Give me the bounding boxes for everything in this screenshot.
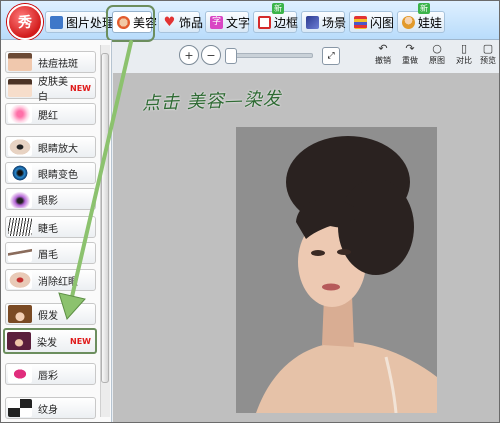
top-tab-bar: 秀 图片处理 美容 ♥ 饰品 字 文字 边框 新 场景 闪图 娃娃 新	[1, 1, 499, 42]
sidebar-item-eyebrow[interactable]: 眉毛	[5, 242, 96, 264]
redo-icon: ↷	[405, 42, 415, 55]
sidebar-item-whitening[interactable]: 皮肤美白 NEW	[5, 77, 96, 103]
tattoo-icon	[8, 399, 32, 417]
sidebar-item-wig[interactable]: 假发	[5, 303, 96, 325]
eye-color-icon	[8, 164, 32, 182]
heart-icon: ♥	[163, 14, 176, 30]
tab-text[interactable]: 字 文字	[205, 11, 251, 33]
sidebar-item-hair-dye[interactable]: 染发 NEW	[3, 328, 97, 354]
zoom-in-icon: +	[184, 48, 194, 62]
sidebar-item-label: 皮肤美白	[38, 77, 68, 103]
zoom-out-icon: −	[206, 48, 216, 62]
fit-to-window-button[interactable]: ⤢	[322, 47, 340, 65]
portrait-photo[interactable]	[236, 127, 437, 413]
sidebar-item-label: 眉毛	[38, 249, 58, 261]
eyebrow-icon	[8, 244, 32, 262]
new-label: NEW	[70, 83, 91, 93]
compare-icon: ▯	[460, 42, 468, 55]
skin-whitening-icon	[8, 79, 32, 97]
tab-frame[interactable]: 边框 新	[253, 3, 299, 33]
text-icon: 字	[210, 15, 223, 29]
portrait-illustration	[236, 127, 437, 413]
compare-button[interactable]: ▯ 对比	[452, 43, 476, 70]
new-label: NEW	[70, 336, 91, 346]
fit-icon: ⤢	[327, 51, 335, 61]
redo-label: 重做	[402, 56, 418, 65]
sidebar-item-label: 假发	[38, 310, 58, 322]
sidebar-item-label: 唇彩	[38, 370, 58, 382]
eyeshadow-icon	[8, 190, 32, 208]
sidebar-item-blush[interactable]: 腮红	[5, 103, 96, 125]
compare-label: 对比	[456, 56, 472, 65]
preview-icon: ▢	[482, 42, 494, 55]
frame-icon	[258, 15, 271, 29]
tab-label: 场景	[322, 15, 347, 30]
app-logo: 秀	[7, 4, 43, 40]
tab-label: 文字	[226, 15, 251, 30]
lipstick-icon	[8, 365, 32, 383]
sidebar-item-label: 染发	[37, 337, 57, 349]
sidebar-item-eyeshadow[interactable]: 眼影	[5, 188, 96, 210]
tab-accessories[interactable]: ♥ 饰品	[158, 11, 204, 33]
sidebar-item-label: 腮红	[38, 110, 58, 122]
tab-label: 娃娃	[418, 15, 443, 30]
sidebar-item-eye-enlarge[interactable]: 眼睛放大	[5, 136, 96, 158]
flash-icon	[354, 15, 367, 29]
sidebar-item-eye-color[interactable]: 眼睛变色	[5, 162, 96, 184]
zoom-slider[interactable]	[225, 48, 313, 64]
preview-button[interactable]: ▢ 预览	[477, 43, 499, 70]
original-button[interactable]: ○ 原图	[425, 43, 449, 70]
zoom-out-button[interactable]: −	[201, 45, 221, 65]
tab-label: 饰品	[179, 15, 204, 30]
preview-label: 预览	[480, 56, 496, 65]
undo-icon: ↶	[378, 42, 388, 55]
redo-button[interactable]: ↷ 重做	[398, 43, 422, 70]
sidebar-item-label: 睫毛	[38, 223, 58, 235]
tab-doll[interactable]: 娃娃 新	[397, 3, 445, 33]
blush-icon	[8, 105, 32, 123]
redeye-icon	[8, 271, 32, 289]
scene-icon	[306, 15, 319, 29]
tab-image-processing[interactable]: 图片处理	[45, 11, 114, 33]
tab-label: 闪图	[370, 15, 395, 30]
sidebar-item-label: 眼睛放大	[38, 143, 78, 155]
app-window: 秀 图片处理 美容 ♥ 饰品 字 文字 边框 新 场景 闪图 娃娃 新 祛痘祛斑…	[0, 0, 500, 423]
image-toolbar: + − ⤢ ↶ 撤销 ↷ 重做 ○ 原图 ▯ 对比 ▢ 预览	[167, 41, 499, 71]
sidebar-item-label: 消除红眼	[38, 276, 78, 288]
wig-icon	[8, 305, 32, 323]
instruction-annotation: 点击 美容—染发	[141, 88, 283, 115]
eye-enlarge-icon	[8, 138, 32, 156]
sidebar-item-lipstick[interactable]: 唇彩	[5, 363, 96, 385]
sidebar-item-tattoo[interactable]: 纹身	[5, 397, 96, 419]
tab-label: 边框	[274, 15, 299, 30]
tab-flash[interactable]: 闪图	[349, 11, 395, 33]
scrollbar-thumb[interactable]	[101, 53, 109, 383]
sidebar-item-eyelash[interactable]: 睫毛	[5, 216, 96, 238]
sidebar-item-label: 纹身	[38, 404, 58, 416]
sidebar-item-label: 眼睛变色	[38, 169, 78, 181]
sidebar-item-redeye[interactable]: 消除红眼	[5, 269, 96, 291]
zoom-slider-handle[interactable]	[225, 48, 237, 64]
zoom-in-button[interactable]: +	[179, 45, 199, 65]
image-icon	[50, 15, 63, 29]
hair-dye-icon	[7, 332, 31, 350]
sidebar-item-blemish[interactable]: 祛痘祛斑	[5, 51, 96, 73]
new-badge: 新	[418, 3, 430, 14]
original-icon: ○	[432, 42, 442, 55]
doll-icon	[402, 15, 415, 29]
sidebar-item-label: 眼影	[38, 195, 58, 207]
tab-highlight-outline	[106, 5, 155, 42]
sidebar-item-label: 祛痘祛斑	[38, 58, 78, 70]
tab-scene[interactable]: 场景	[301, 11, 347, 33]
face-blemish-icon	[8, 53, 32, 71]
eyelash-icon	[8, 218, 32, 236]
undo-label: 撤销	[375, 56, 391, 65]
original-label: 原图	[429, 56, 445, 65]
new-badge: 新	[272, 3, 284, 14]
undo-button[interactable]: ↶ 撤销	[371, 43, 395, 70]
sidebar-scrollbar[interactable]	[100, 45, 110, 417]
